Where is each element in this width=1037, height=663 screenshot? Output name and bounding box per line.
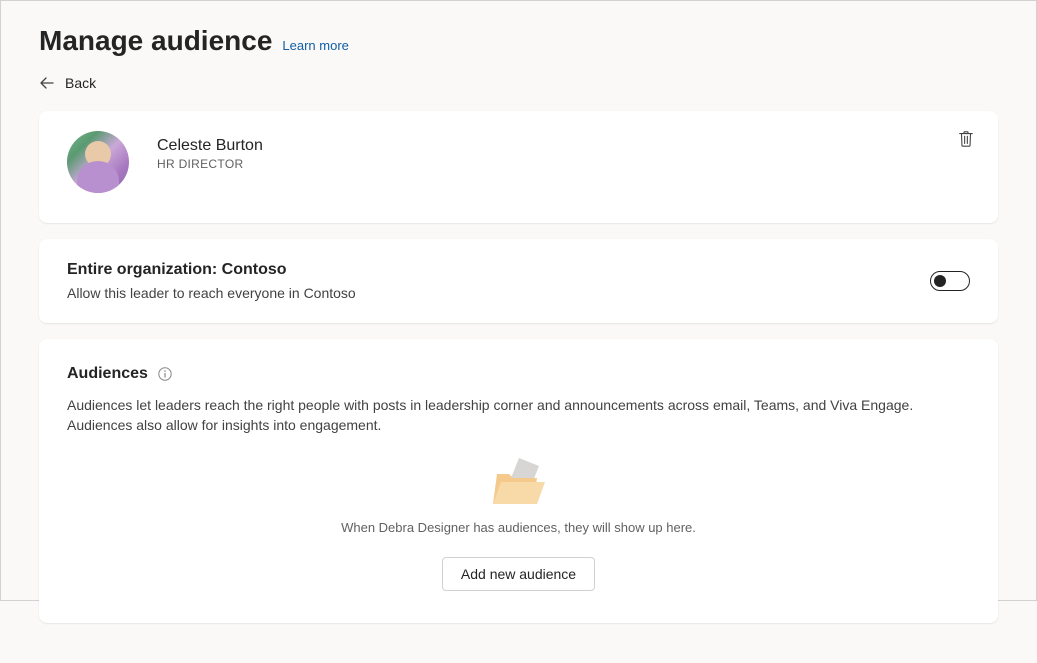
organization-description: Allow this leader to reach everyone in C… xyxy=(67,285,930,301)
empty-state: When Debra Designer has audiences, they … xyxy=(67,454,970,591)
page-header: Manage audience Learn more xyxy=(39,25,998,57)
organization-toggle[interactable] xyxy=(930,271,970,291)
leader-info: Celeste Burton HR DIRECTOR xyxy=(157,131,263,171)
delete-button[interactable] xyxy=(956,129,976,149)
audiences-description: Audiences let leaders reach the right pe… xyxy=(67,395,970,436)
info-icon[interactable] xyxy=(158,367,172,381)
organization-title: Entire organization: Contoso xyxy=(67,261,930,279)
back-button[interactable]: Back xyxy=(39,75,96,91)
trash-icon xyxy=(957,130,975,148)
back-arrow-icon xyxy=(39,75,55,91)
leader-card: Celeste Burton HR DIRECTOR xyxy=(39,111,998,223)
learn-more-link[interactable]: Learn more xyxy=(282,38,348,53)
audiences-card: Audiences Audiences let leaders reach th… xyxy=(39,339,998,623)
add-audience-button[interactable]: Add new audience xyxy=(442,557,595,591)
avatar xyxy=(67,131,129,193)
audiences-title: Audiences xyxy=(67,365,148,383)
leader-role: HR DIRECTOR xyxy=(157,157,263,171)
leader-name: Celeste Burton xyxy=(157,137,263,155)
folder-icon xyxy=(489,454,549,510)
organization-card: Entire organization: Contoso Allow this … xyxy=(39,239,998,323)
empty-state-text: When Debra Designer has audiences, they … xyxy=(67,520,970,535)
back-label: Back xyxy=(65,75,96,91)
page-title: Manage audience xyxy=(39,25,272,57)
